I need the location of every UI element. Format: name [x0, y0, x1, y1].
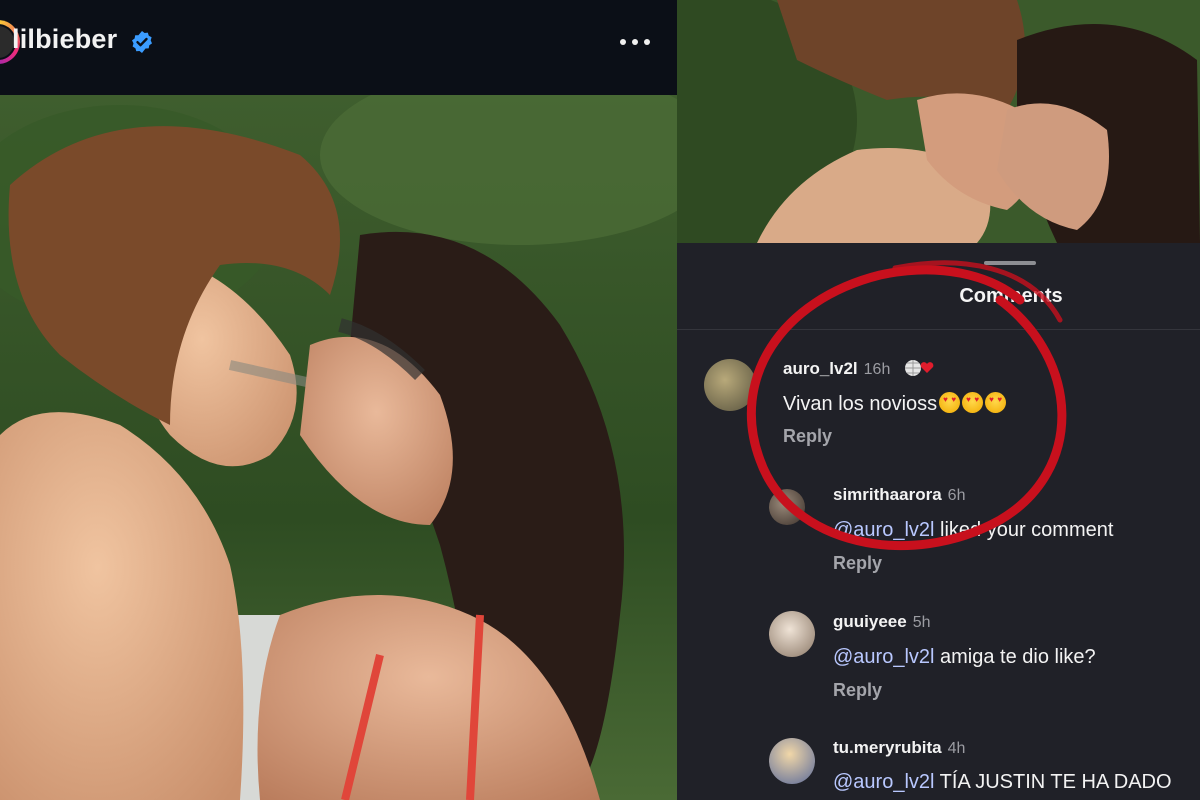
comment-meta: tu.meryrubita 4h — [833, 738, 965, 758]
instagram-post: lilbieber — [0, 0, 677, 800]
comments-title: Comments — [959, 285, 1063, 307]
verified-badge-icon — [132, 31, 152, 53]
reply-button[interactable]: Reply — [783, 426, 832, 447]
comment-meta: guuiyeee 5h — [833, 612, 931, 632]
avatar[interactable] — [704, 359, 756, 411]
comment-mention[interactable]: @auro_lv2l — [833, 646, 934, 668]
comment-time: 6h — [947, 487, 966, 504]
comment-text: @auro_lv2l amiga te dio like? — [833, 646, 1096, 669]
comment-username[interactable]: tu.meryrubita — [833, 738, 942, 757]
comments-sheet: Comments auro_lv2l 16h Vivan los novioss … — [677, 243, 1200, 800]
comment-time: 5h — [912, 614, 931, 631]
divider — [677, 329, 1200, 330]
comment-text: Vivan los novioss — [783, 392, 1007, 416]
reply-button[interactable]: Reply — [833, 553, 882, 574]
comment-mention[interactable]: @auro_lv2l — [833, 771, 934, 793]
comment-meta: simrithaarora 6h — [833, 485, 965, 505]
heart-eyes-emoji-icon — [939, 392, 961, 413]
heart-eyes-emoji-icon — [962, 392, 984, 413]
comment-body: amiga te dio like? — [934, 646, 1096, 668]
more-options-icon[interactable] — [620, 34, 660, 50]
comment-username[interactable]: guuiyeee — [833, 612, 907, 631]
avatar[interactable] — [769, 738, 815, 784]
avatar[interactable] — [769, 489, 805, 525]
comment-username[interactable]: auro_lv2l — [783, 359, 858, 378]
comment-text: @auro_lv2l TÍA JUSTIN TE HA DADO — [833, 771, 1172, 794]
comment-body: liked your comment — [934, 519, 1114, 541]
comment-time: 16h — [863, 361, 891, 378]
drag-handle[interactable] — [984, 261, 1036, 265]
post-header: lilbieber — [0, 0, 677, 95]
post-photo — [0, 95, 677, 800]
comment-username[interactable]: simrithaarora — [833, 485, 942, 504]
comment-time: 4h — [947, 740, 966, 757]
avatar[interactable] — [769, 611, 815, 657]
comment-mention[interactable]: @auro_lv2l — [833, 519, 934, 541]
cropped-post-photo — [677, 0, 1200, 243]
comment-body: Vivan los novioss — [783, 393, 938, 415]
comment-text: @auro_lv2l liked your comment — [833, 519, 1113, 542]
globe-heart-icon — [904, 360, 934, 376]
heart-eyes-emoji-icon — [985, 392, 1007, 413]
comment-body: TÍA JUSTIN TE HA DADO — [934, 771, 1172, 793]
reply-button[interactable]: Reply — [833, 680, 882, 701]
comment-meta: auro_lv2l 16h — [783, 358, 937, 379]
post-username[interactable]: lilbieber — [12, 24, 117, 55]
